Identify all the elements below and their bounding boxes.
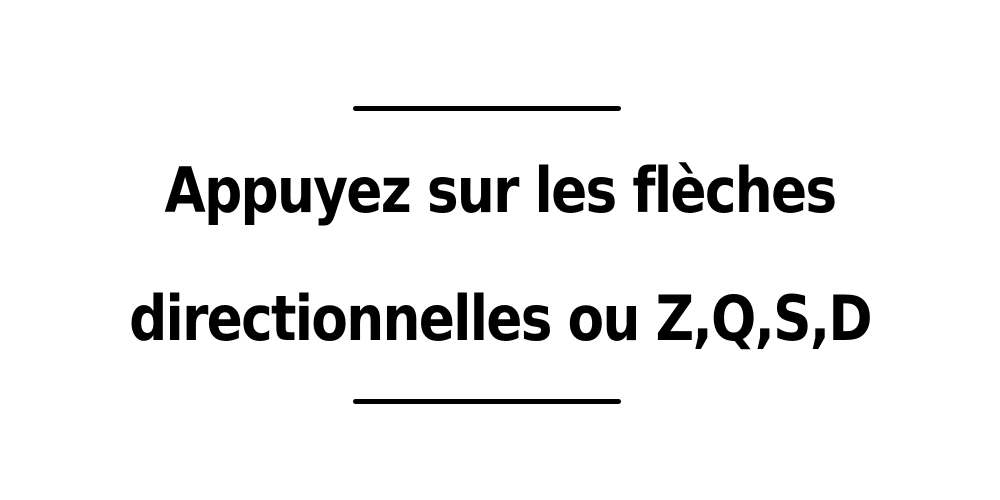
instruction-line-1: Appuyez sur les flèches (164, 154, 838, 227)
controls-instruction-screen: Appuyez sur les flèches directionnelles … (0, 0, 1000, 500)
instruction-line-2: directionnelles ou Z,Q,S,D (129, 282, 873, 355)
bottom-divider (353, 399, 621, 404)
top-divider (353, 106, 621, 111)
